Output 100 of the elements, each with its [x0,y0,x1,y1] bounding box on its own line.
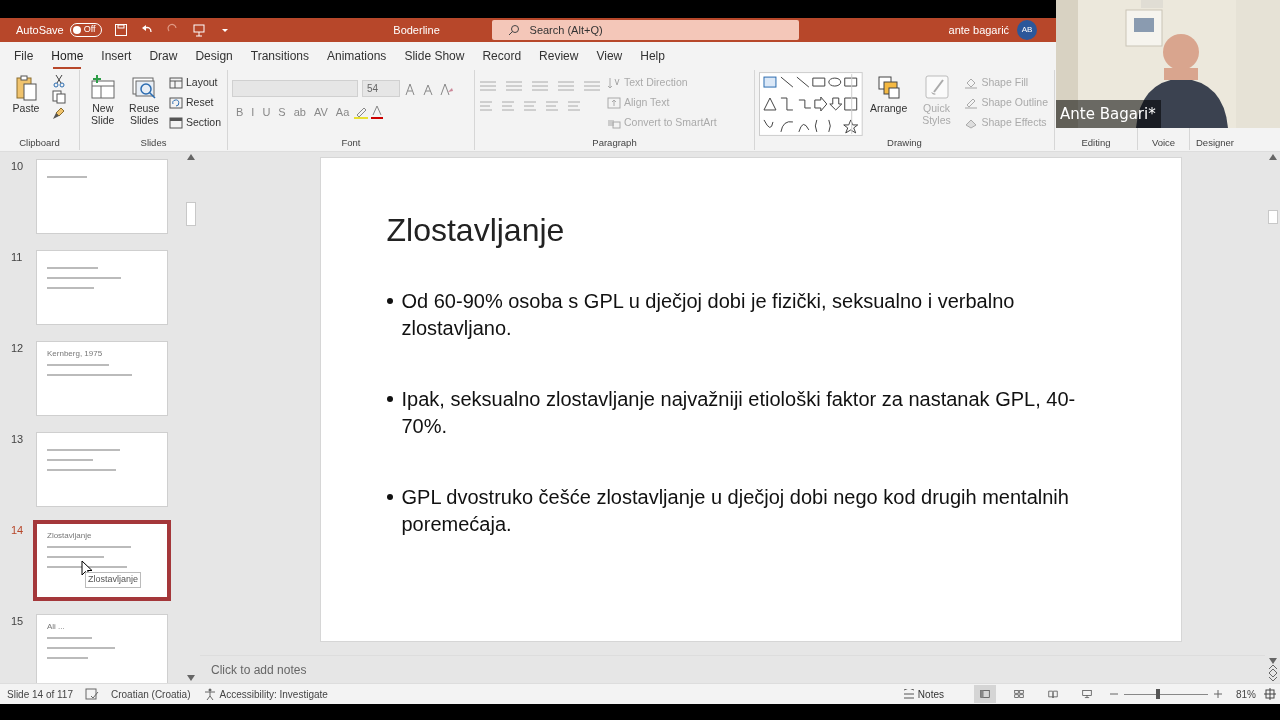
ribbon-button[interactable]: Arrange [866,72,911,117]
bullet-text: Od 60-90% osoba s GPL u dječjoj dobi je fizički, seksualno i verbalno zlostavljano. [401,289,1016,341]
group-label: Designer [1196,136,1234,150]
scissors-icon[interactable] [52,74,66,88]
menu-tab[interactable]: Help [632,43,673,69]
normal-view-icon [980,688,990,700]
scrollbar-thumb[interactable] [186,202,196,226]
ribbon-button[interactable]: Reset [166,94,223,112]
group-label: Drawing [887,136,922,150]
autosave-label: AutoSave [16,22,64,38]
menu-tab[interactable]: Home [43,43,92,69]
scroll-up-icon[interactable] [187,154,195,160]
font-grow-icon[interactable] [404,81,418,96]
brush-icon [922,74,951,102]
ribbon-button[interactable]: Reuse Slides [125,72,163,129]
text-lines-drawing [47,176,87,178]
menu-tab[interactable]: Design [187,43,241,69]
fit-slide-icon[interactable] [1264,688,1276,700]
group-label: Voice [1151,136,1176,150]
slide-number: 10 [10,159,25,174]
menu-tab[interactable]: Animations [319,43,395,69]
ribbon-button[interactable]: New Slide [84,72,122,129]
text-direction-icon [607,76,621,90]
notes-placeholder[interactable]: Click to add notes [211,660,307,679]
bullet-icon [386,396,393,402]
ribbon-button[interactable]: Section [166,114,223,132]
group-label: Editing [1081,136,1111,150]
reset-icon [168,96,183,110]
thumbnail-title: Zlostavljanje [47,530,93,542]
menu-tab[interactable]: Slide Show [396,43,473,69]
slide-thumbnail[interactable] [36,432,168,507]
user-avatar[interactable]: AB [1017,20,1038,40]
bullet-icon [386,298,393,304]
slide-thumbnail[interactable] [36,250,168,325]
bullet-icon [386,494,393,500]
spellcheck-icon[interactable] [85,688,99,700]
tooltip: Zlostavljanje [85,572,142,588]
slide-thumbnail[interactable]: Zlostavljanje Zlostavljanje [36,523,168,598]
accessibility-icon[interactable] [204,688,217,700]
slide-number: 13 [10,432,25,447]
group-label: Font [341,136,361,150]
group-label: Slides [140,136,167,150]
accessibility-status[interactable]: Accessibility: Investigate [219,686,328,702]
previous-slide-icon[interactable] [1268,665,1277,673]
text-lines-drawing [47,637,115,659]
font-size-field[interactable]: 54 [362,80,400,97]
next-slide-icon[interactable] [1268,673,1277,681]
ribbon-button[interactable]: Paste [4,72,48,117]
font-name-field[interactable] [232,80,358,97]
scrollbar-thumb[interactable] [1267,210,1278,224]
scroll-down-icon[interactable] [187,675,195,681]
highlighter-icon[interactable] [353,105,370,119]
notes-icon [902,689,915,699]
slide-number: 11 [10,250,24,265]
file-name-menu[interactable]: Boderline [341,20,492,40]
thumbnail-title: Kernberg, 1975 [47,348,104,360]
slide-title: Zlostavljanje [386,211,566,250]
slide-thumbnail[interactable]: Kernberg, 1975 [36,341,168,416]
slide-number: 14 [10,523,25,538]
slide-thumbnail[interactable] [36,159,168,234]
presentation-icon[interactable] [191,23,206,37]
notes-button[interactable]: Notes [900,685,946,703]
slide-number: 15 [10,614,25,629]
pen-icon [964,96,979,110]
font-color-icon[interactable] [369,105,386,119]
menu-tab[interactable]: Review [531,43,587,69]
paint-bucket-icon [964,76,979,90]
zoom-out-icon[interactable] [1110,690,1118,698]
zoom-in-icon[interactable] [1214,690,1222,698]
slide-thumbnail[interactable]: Ali ... [36,614,168,683]
menu-tab[interactable]: Insert [93,43,140,69]
bullet-text: Ipak, seksualno zlostavljanje najvažniji etiološki faktor za nastanak GPL, 40-70%. [401,387,1077,439]
menu-tab[interactable]: Transitions [242,43,317,69]
user-name: ante bagarić [948,22,1010,38]
slide-sorter-icon [1014,688,1024,700]
shapes-gallery[interactable] [759,72,863,136]
menu-tab[interactable]: Draw [141,43,186,69]
zoom-percent[interactable]: 81% [1236,686,1256,702]
language-label[interactable]: Croatian (Croatia) [111,686,191,702]
menu-tab[interactable]: Record [474,43,530,69]
zoom-slider-thumb[interactable] [1155,688,1160,699]
menu-tab[interactable]: View [588,43,631,69]
presentation-icon [1082,688,1092,700]
scroll-up-icon[interactable] [1268,154,1277,160]
slide-counter: Slide 14 of 117 [7,687,73,702]
scroll-down-icon[interactable] [1268,657,1277,665]
menu-tab[interactable]: File [6,43,42,69]
align-text-icon [607,96,621,110]
save-icon[interactable] [113,23,128,37]
ribbon-button[interactable]: Layout [166,74,223,92]
group-label: Clipboard [19,136,60,150]
participant-name: Ante Bagari* [1056,99,1161,128]
slide-number: 12 [10,341,25,356]
search-field[interactable]: Search (Alt+Q) [491,20,799,40]
search-icon [507,24,520,36]
clear-format-icon[interactable] [440,81,454,96]
view-button[interactable] [974,685,996,703]
copy-icon[interactable] [52,90,66,104]
brush-icon[interactable] [52,106,66,120]
thumbnail-title: Ali ... [47,621,66,633]
